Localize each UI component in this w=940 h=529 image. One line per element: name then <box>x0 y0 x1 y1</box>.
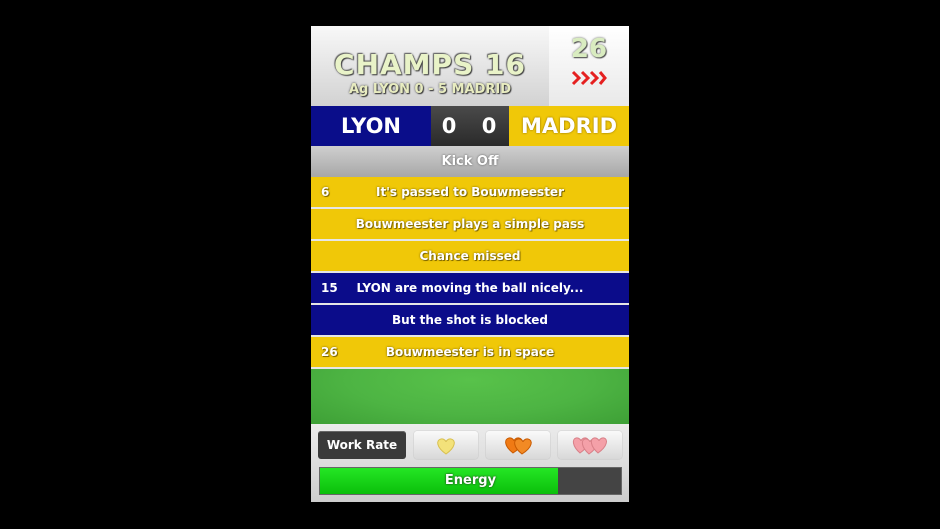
double-heart-icon <box>505 437 532 455</box>
event-minute: 6 <box>321 185 330 199</box>
event-text: Bouwmeester plays a simple pass <box>355 217 585 231</box>
match-minute: 26 <box>570 34 608 64</box>
work-rate-high-button[interactable] <box>558 431 622 459</box>
work-rate-low-button[interactable] <box>414 431 478 459</box>
event-text: Bouwmeester is in space <box>385 345 555 359</box>
commentary-row: Bouwmeester plays a simple pass <box>311 209 629 239</box>
pitch-area <box>311 369 629 424</box>
event-text: It's passed to Bouwmeester <box>376 185 564 199</box>
commentary-row: But the shot is blocked <box>311 305 629 335</box>
score-display: 0 0 <box>431 106 509 146</box>
commentary-row: 26 Bouwmeester is in space <box>311 337 629 367</box>
home-score: 0 <box>441 114 457 138</box>
fast-forward-icon[interactable] <box>571 69 607 87</box>
away-team-name: MADRID <box>509 106 629 146</box>
work-rate-medium-button[interactable] <box>486 431 550 459</box>
event-text: But the shot is blocked <box>392 313 548 327</box>
match-clock[interactable]: 26 <box>549 26 629 106</box>
commentary-row: 15 LYON are moving the ball nicely... <box>311 273 629 303</box>
work-rate-button[interactable]: Work Rate <box>318 431 406 459</box>
scoreboard: LYON 0 0 MADRID <box>311 106 629 146</box>
event-minute: 15 <box>321 281 338 295</box>
home-team-name: LYON <box>311 106 431 146</box>
competition-title: CHAMPS 16 <box>334 48 526 81</box>
single-heart-icon <box>437 438 455 455</box>
triple-heart-icon <box>572 437 607 455</box>
kickoff-banner: Kick Off <box>311 146 629 177</box>
energy-label: Energy <box>444 473 497 488</box>
controls-panel: Work Rate Energy <box>311 424 629 502</box>
commentary-list: 6 It's passed to Bouwmeester Bouwmeester… <box>311 177 629 369</box>
commentary-row: Chance missed <box>311 241 629 271</box>
away-score: 0 <box>481 114 497 138</box>
event-text: LYON are moving the ball nicely... <box>356 281 584 295</box>
event-text: Chance missed <box>419 249 521 263</box>
aggregate-score: Ag LYON 0 - 5 MADRID <box>348 82 512 97</box>
commentary-row: 6 It's passed to Bouwmeester <box>311 177 629 207</box>
match-screen: CHAMPS 16 Ag LYON 0 - 5 MADRID 26 LYON 0… <box>311 26 629 502</box>
energy-bar: Energy <box>319 467 622 495</box>
event-minute: 26 <box>321 345 338 359</box>
